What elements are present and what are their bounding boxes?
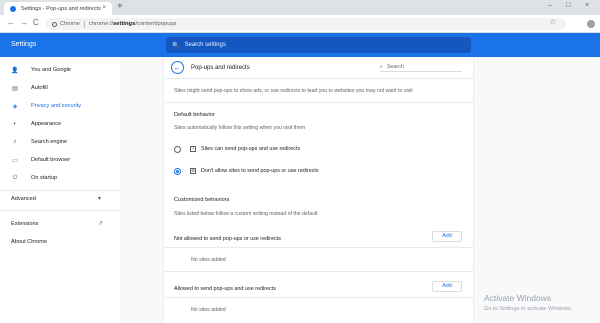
sidebar-item-extensions[interactable]: Extensions [11, 221, 38, 227]
divider [164, 102, 473, 103]
blocked-list-empty: No sites added [191, 257, 226, 263]
option-label: Don't allow sites to send pop-ups or use… [201, 168, 319, 174]
sidebar-item-appearance[interactable]: ◐ Appearance [0, 117, 120, 131]
sidebar-item-default-browser[interactable]: ▭ Default browser [0, 153, 120, 167]
external-link-icon[interactable]: ↗ [98, 220, 103, 227]
subpage-search-input[interactable]: ⌕ Search [380, 62, 462, 72]
bookmark-star-icon[interactable]: ☆ [550, 18, 556, 26]
open-in-new-icon: ↗ [190, 146, 196, 152]
sidebar-item-label: Appearance [31, 121, 62, 127]
popups-settings-card: ← Pop-ups and redirects ⌕ Search Sites m… [164, 57, 473, 323]
tab-strip: Settings - Pop-ups and redirects × + – □… [0, 0, 600, 15]
person-icon: 👤 [11, 67, 19, 74]
chrome-icon [52, 21, 57, 27]
url-host: settings [113, 21, 136, 27]
activate-windows-watermark: Activate Windows [484, 293, 552, 303]
sidebar-item-advanced[interactable]: Advanced [11, 196, 36, 202]
option-block-popups[interactable]: ⊠ Don't allow sites to send pop-ups or u… [174, 165, 464, 177]
sidebar-item-you-and-google[interactable]: 👤 You and Google [0, 63, 120, 77]
search-placeholder: Search [386, 63, 404, 70]
minimize-icon[interactable]: – [548, 2, 552, 9]
sidebar-item-label: On startup [31, 175, 58, 181]
browser-icon: ▭ [12, 157, 18, 164]
tab-close-icon[interactable]: × [102, 5, 106, 11]
back-icon[interactable]: ← [7, 18, 15, 27]
settings-favicon-icon [10, 5, 16, 12]
divider [164, 271, 473, 272]
close-window-icon[interactable]: × [585, 2, 589, 9]
browser-toolbar: ← → C Chrome chrome://settings/content/p… [0, 15, 600, 33]
new-tab-button[interactable]: + [117, 2, 123, 12]
url-text: chrome://settings/content/popups [89, 21, 177, 27]
allowed-list-empty: No sites added [191, 307, 226, 313]
search-icon: ⌕ [13, 138, 17, 145]
blocked-list-heading: Not allowed to send pop-ups or use redir… [174, 236, 281, 242]
sidebar-item-label: Default browser [31, 157, 71, 163]
settings-header: Settings 🔍 Search settings [0, 33, 600, 57]
palette-icon: ◐ [13, 121, 17, 127]
page-title: Settings [11, 41, 37, 48]
search-settings-input[interactable]: 🔍 Search settings [166, 37, 471, 53]
radio-block-popups[interactable] [174, 167, 181, 175]
default-behavior-desc: Sites automatically follow this setting … [174, 125, 306, 131]
sidebar-item-privacy-and-security[interactable]: ◈ Privacy and security [0, 99, 120, 113]
site-info-chip[interactable]: Chrome [52, 21, 80, 27]
sidebar-item-autofill[interactable]: ▤ Autofill [0, 81, 120, 95]
clipboard-icon: ▤ [12, 85, 18, 92]
forward-icon[interactable]: → [20, 18, 28, 27]
sidebar-item-on-startup[interactable]: ⏻ On startup [0, 171, 120, 185]
add-allowed-site-button[interactable]: Add [432, 281, 462, 292]
sidebar-item-label: Search engine [31, 139, 68, 145]
search-icon: ⌕ [380, 63, 383, 70]
card-header: ← Pop-ups and redirects ⌕ Search [164, 57, 473, 79]
customized-behaviors-desc: Sites listed below follow a custom setti… [174, 211, 318, 217]
tab-title: Settings - Pop-ups and redirects [21, 5, 101, 12]
search-placeholder: Search settings [184, 42, 226, 48]
sidebar-item-label: Privacy and security [31, 103, 82, 109]
search-icon: 🔍 [172, 42, 180, 49]
shield-icon: ◈ [12, 103, 18, 110]
activate-windows-subtext: Go to Settings to activate Windows. [484, 306, 573, 312]
sidebar-item-label: You and Google [31, 67, 71, 73]
chevron-down-icon[interactable]: ▾ [98, 195, 101, 202]
default-behavior-heading: Default behavior [174, 112, 215, 118]
option-label: Sites can send pop-ups and use redirects [201, 146, 301, 152]
allowed-list-heading: Allowed to send pop-ups and use redirect… [174, 286, 276, 292]
omnibox-divider [83, 20, 85, 28]
profile-avatar[interactable] [587, 20, 595, 28]
blocked-icon: ⊠ [190, 168, 196, 174]
radio-allow-popups[interactable] [174, 145, 181, 153]
subpage-title: Pop-ups and redirects [191, 65, 250, 71]
customized-behaviors-heading: Customized behaviors [174, 197, 230, 203]
option-allow-popups[interactable]: ↗ Sites can send pop-ups and use redirec… [174, 143, 464, 155]
back-arrow-icon[interactable]: ← [171, 61, 184, 74]
sidebar-item-label: Autofill [31, 85, 48, 91]
sidebar-item-search-engine[interactable]: ⌕ Search engine [0, 135, 120, 149]
address-bar[interactable]: Chrome chrome://settings/content/popups … [46, 18, 566, 30]
url-prefix: chrome:// [88, 21, 114, 27]
maximize-icon[interactable]: □ [566, 2, 570, 9]
tab-settings[interactable]: Settings - Pop-ups and redirects × [4, 2, 112, 15]
add-blocked-site-button[interactable]: Add [432, 231, 462, 242]
sidebar-item-about-chrome[interactable]: About Chrome [11, 239, 47, 245]
url-path: /content/popups [135, 21, 177, 27]
divider [164, 297, 473, 298]
sidebar: 👤 You and Google ▤ Autofill ◈ Privacy an… [0, 57, 120, 323]
divider [164, 247, 473, 248]
intro-text: Sites might send pop-ups to show ads, or… [174, 88, 413, 94]
reload-icon[interactable]: C [33, 18, 39, 27]
sidebar-divider [0, 190, 120, 191]
sidebar-divider [0, 210, 120, 211]
site-chip-label: Chrome [60, 21, 80, 27]
power-icon: ⏻ [12, 174, 18, 181]
